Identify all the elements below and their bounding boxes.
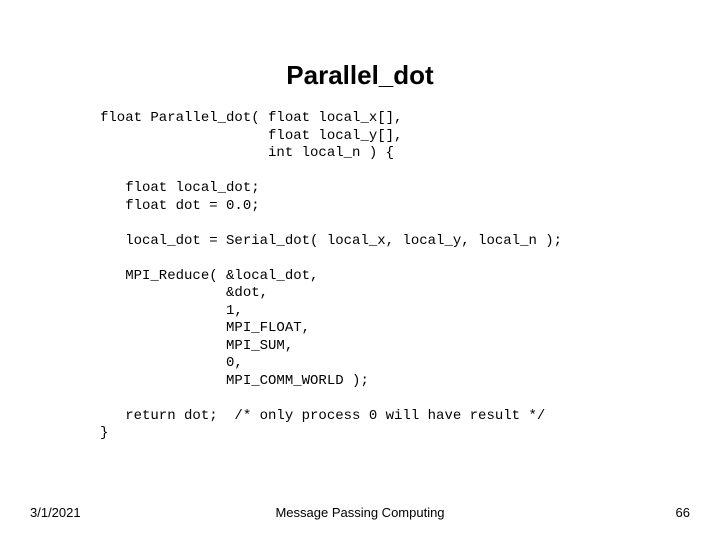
code-block: float Parallel_dot( float local_x[], flo… bbox=[100, 110, 562, 443]
footer-center: Message Passing Computing bbox=[0, 505, 720, 520]
slide-title: Parallel_dot bbox=[0, 60, 720, 91]
footer-page-number: 66 bbox=[676, 505, 690, 520]
slide: Parallel_dot float Parallel_dot( float l… bbox=[0, 0, 720, 540]
